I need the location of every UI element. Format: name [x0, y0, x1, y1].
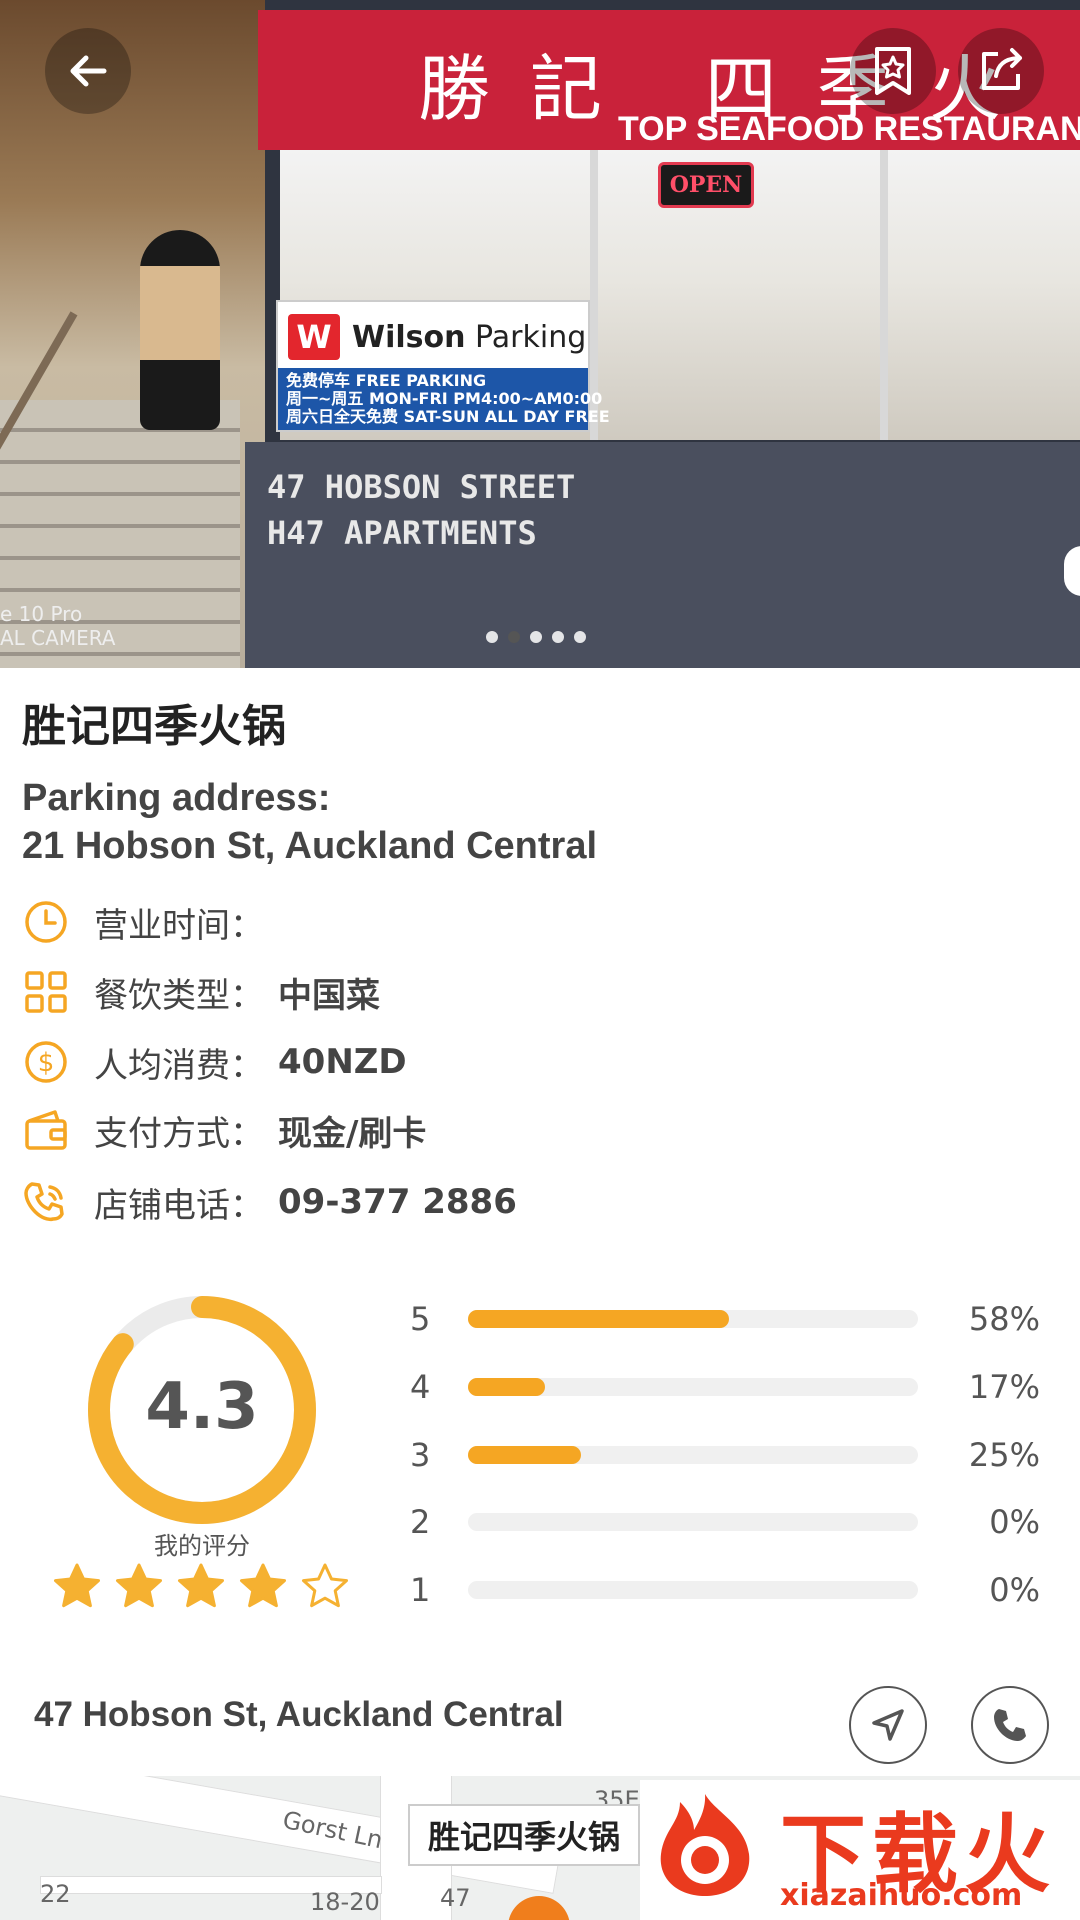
map-pin-icon[interactable] — [508, 1896, 570, 1920]
back-button[interactable] — [45, 28, 131, 114]
watermark-en: xiazaihuo.com — [780, 1878, 1023, 1913]
bookmark-button[interactable] — [850, 28, 936, 114]
my-rating-stars[interactable] — [52, 1562, 350, 1612]
rating-bar-fill — [468, 1310, 729, 1328]
camera-watermark: e 10 Pro AL CAMERA — [0, 602, 116, 650]
restaurant-sign: 勝記 四季火鍋 TOP SEAFOOD RESTAURANT — [258, 10, 1080, 236]
carousel-dot[interactable] — [552, 631, 564, 643]
my-rating-label: 我的评分 — [154, 1532, 250, 1560]
map-label: 47 — [440, 1884, 471, 1912]
rating-row-4: 4 17% — [410, 1362, 1040, 1412]
rating-bar — [468, 1310, 918, 1328]
call-button[interactable] — [971, 1686, 1049, 1764]
carousel-dot[interactable] — [508, 631, 520, 643]
detail-row-phone[interactable]: 店铺电话： 09-377 2886 — [22, 1177, 517, 1227]
rating-bar — [468, 1378, 918, 1396]
wallet-icon — [22, 1106, 70, 1154]
navigate-button[interactable] — [849, 1686, 927, 1764]
phone-number[interactable]: 09-377 2886 — [278, 1182, 517, 1222]
parking-address-value: 21 Hobson St, Auckland Central — [22, 825, 598, 867]
rating-bar-fill — [468, 1446, 581, 1464]
star-outline-icon[interactable] — [300, 1562, 350, 1612]
detail-value: 40NZD — [278, 1042, 407, 1082]
dollar-icon: $ — [22, 1038, 70, 1086]
rating-bar — [468, 1446, 918, 1464]
rating-row-stars: 3 — [410, 1436, 431, 1474]
svg-text:$: $ — [38, 1048, 55, 1078]
wilson-name: Wilson Parking — [352, 320, 587, 355]
flame-logo-icon — [660, 1794, 750, 1896]
map-callout: 胜记四季火锅 — [408, 1804, 641, 1866]
building-wall: 47 HOBSON STREET H47 APARTMENTS — [245, 442, 1080, 668]
detail-row-payment: 支付方式： 现金/刷卡 — [22, 1105, 426, 1155]
map-label: 18-20 — [310, 1888, 380, 1916]
rating-row-2: 2 0% — [410, 1497, 1040, 1547]
carousel-indicators — [486, 631, 586, 643]
carousel-side-handle[interactable] — [1064, 546, 1080, 596]
detail-label: 营业时间： — [94, 905, 264, 946]
parking-address: Parking address: 21 Hobson St, Auckland … — [22, 774, 597, 870]
carousel-dot[interactable] — [530, 631, 542, 643]
phone-icon — [994, 1709, 1026, 1741]
parking-info: 免费停车 FREE PARKING 周一~周五 MON-FRI PM4:00~A… — [278, 368, 610, 430]
restaurant-address: 47 Hobson St, Auckland Central — [34, 1695, 564, 1734]
star-filled-icon[interactable] — [114, 1562, 164, 1612]
detail-row-hours: 营业时间： — [22, 897, 278, 947]
parking-address-label: Parking address: — [22, 777, 331, 819]
carousel-dot[interactable] — [574, 631, 586, 643]
star-filled-icon[interactable] — [238, 1562, 288, 1612]
share-button[interactable] — [958, 28, 1044, 114]
wall-address-text: 47 HOBSON STREET H47 APARTMENTS — [267, 468, 576, 552]
parking-sign: W Wilson Parking 免费停车 FREE PARKING 周一~周五… — [276, 300, 610, 432]
rating-row-1: 1 0% — [410, 1565, 1040, 1615]
rating-bar-fill — [468, 1378, 545, 1396]
carousel-dot[interactable] — [486, 631, 498, 643]
map-label: 22 — [40, 1880, 71, 1908]
detail-label: 店铺电话： — [94, 1185, 264, 1226]
rating-row-percent: 17% — [968, 1368, 1040, 1406]
share-icon — [982, 48, 1022, 90]
detail-row-cuisine: 餐饮类型： 中国菜 — [22, 967, 380, 1017]
watermark: 下载火 xiazaihuo.com — [640, 1780, 1080, 1920]
wilson-logo: W — [288, 314, 340, 360]
rating-row-percent: 0% — [989, 1503, 1040, 1541]
rating-row-percent: 58% — [968, 1300, 1040, 1338]
detail-label: 人均消费： — [94, 1045, 264, 1086]
detail-row-price: $ 人均消费： 40NZD — [22, 1037, 407, 1087]
rating-bar — [468, 1513, 918, 1531]
phone-icon — [22, 1178, 70, 1226]
grid-icon — [22, 968, 70, 1016]
rating-row-percent: 25% — [968, 1436, 1040, 1474]
rating-row-percent: 0% — [989, 1571, 1040, 1609]
clock-icon — [22, 898, 70, 946]
rating-row-3: 3 25% — [410, 1430, 1040, 1480]
detail-label: 餐饮类型： — [94, 975, 264, 1016]
photo-person — [140, 230, 220, 430]
rating-row-stars: 4 — [410, 1368, 431, 1406]
rating-row-stars: 2 — [410, 1503, 431, 1541]
detail-value: 中国菜 — [278, 975, 380, 1016]
sign-english-text: TOP SEAFOOD RESTAURANT — [618, 110, 1080, 148]
star-filled-icon[interactable] — [176, 1562, 226, 1612]
average-score: 4.3 — [145, 1370, 259, 1444]
arrow-left-icon — [70, 55, 107, 87]
bookmark-star-icon — [875, 47, 911, 95]
detail-value: 现金/刷卡 — [278, 1113, 427, 1154]
rating-row-stars: 1 — [410, 1571, 431, 1609]
navigate-icon — [872, 1709, 904, 1741]
restaurant-name: 胜记四季火锅 — [22, 701, 286, 752]
open-sign: OPEN — [658, 162, 754, 208]
detail-label: 支付方式： — [94, 1113, 264, 1154]
star-filled-icon[interactable] — [52, 1562, 102, 1612]
rating-row-stars: 5 — [410, 1300, 431, 1338]
rating-bar — [468, 1581, 918, 1599]
rating-row-5: 5 58% — [410, 1294, 1040, 1344]
